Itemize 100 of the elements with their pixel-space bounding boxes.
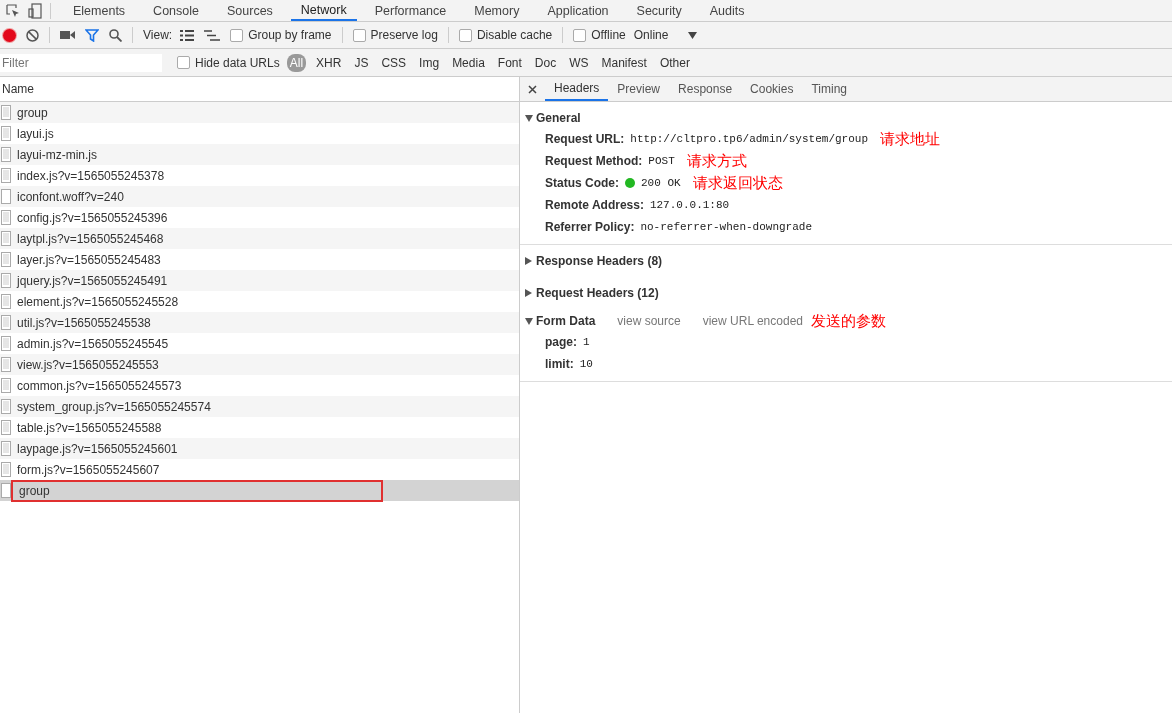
panel-tab[interactable]: Performance <box>364 0 457 21</box>
request-row[interactable]: layui-mz-min.js <box>0 144 519 165</box>
expanded-triangle-icon <box>525 114 533 122</box>
request-row[interactable]: group <box>0 480 519 501</box>
request-name: index.js?v=1565055245378 <box>16 167 165 185</box>
search-icon[interactable] <box>109 28 122 42</box>
close-icon[interactable] <box>528 84 537 94</box>
panel-tab[interactable]: Console <box>143 0 209 21</box>
type-filter[interactable]: Manifest <box>598 53 650 72</box>
header-value: no-referrer-when-downgrade <box>640 221 812 233</box>
type-filter[interactable]: CSS <box>378 53 410 72</box>
view-link[interactable]: view URL encoded <box>702 314 803 328</box>
annotation-note: 请求地址 <box>880 129 940 149</box>
checkbox-option[interactable]: Disable cache <box>458 28 553 42</box>
param-value: 1 <box>583 336 590 348</box>
clear-icon[interactable] <box>26 28 39 42</box>
document-icon <box>1 441 11 456</box>
checkbox-option[interactable]: Group by frame <box>230 28 332 42</box>
request-row[interactable]: util.js?v=1565055245538 <box>0 312 519 333</box>
request-name: config.js?v=1565055245396 <box>16 209 168 227</box>
annotation-note: 发送的参数 <box>811 311 886 331</box>
section-header[interactable]: Form Data <box>520 311 596 331</box>
section-header[interactable]: General <box>520 108 1172 128</box>
request-row[interactable]: iconfont.woff?v=240 <box>0 186 519 207</box>
file-icon <box>1 189 11 204</box>
request-row[interactable]: table.js?v=1565055245588 <box>0 417 519 438</box>
request-name: layer.js?v=1565055245483 <box>16 251 161 269</box>
type-filter[interactable]: XHR <box>313 53 345 72</box>
type-filter[interactable]: Doc <box>531 53 560 72</box>
throttling-dropdown[interactable]: Online <box>633 28 698 42</box>
request-row[interactable]: admin.js?v=1565055245545 <box>0 333 519 354</box>
section-header[interactable]: Response Headers (8) <box>520 251 1172 271</box>
header-value: 200 OK <box>641 177 681 189</box>
inspect-icon[interactable] <box>6 3 20 18</box>
request-row[interactable]: form.js?v=1565055245607 <box>0 459 519 480</box>
panel-tab[interactable]: Elements <box>63 0 136 21</box>
filter-icon[interactable] <box>85 28 99 42</box>
detail-tab[interactable]: Headers <box>545 77 609 101</box>
header-value: http://cltpro.tp6/admin/system/group <box>630 133 868 145</box>
header-name: Remote Address: <box>545 198 644 212</box>
type-filter[interactable]: Font <box>494 53 525 72</box>
panel-tab[interactable]: Audits <box>699 0 755 21</box>
document-icon <box>1 231 11 246</box>
header-value: 127.0.0.1:80 <box>649 199 730 211</box>
panel-tab[interactable]: Sources <box>217 0 283 21</box>
view-link[interactable]: view source <box>617 314 681 328</box>
request-row[interactable]: laypage.js?v=1565055245601 <box>0 438 519 459</box>
request-row[interactable]: jquery.js?v=1565055245491 <box>0 270 519 291</box>
type-filter[interactable]: Other <box>656 53 693 72</box>
request-row[interactable]: laytpl.js?v=1565055245468 <box>0 228 519 249</box>
annotation-note: 请求返回状态 <box>692 173 783 193</box>
request-row[interactable]: config.js?v=1565055245396 <box>0 207 519 228</box>
request-name: system_group.js?v=1565055245574 <box>16 398 211 416</box>
checkbox-option[interactable]: Preserve log <box>352 28 438 42</box>
checkbox-option[interactable]: Hide data URLs <box>177 55 280 70</box>
request-row[interactable]: layui.js <box>0 123 519 144</box>
header-name: Referrer Policy: <box>545 220 635 234</box>
request-name: group <box>16 104 48 122</box>
camera-icon[interactable] <box>60 30 75 40</box>
checkbox-option[interactable]: Offline <box>573 28 626 42</box>
request-name: form.js?v=1565055245607 <box>16 461 160 479</box>
request-row[interactable]: view.js?v=1565055245553 <box>0 354 519 375</box>
panel-tab[interactable]: Application <box>537 0 619 21</box>
panel-tab[interactable]: Memory <box>464 0 530 21</box>
list-view-icon[interactable] <box>180 29 195 41</box>
record-button[interactable] <box>3 28 16 42</box>
request-row[interactable]: index.js?v=1565055245378 <box>0 165 519 186</box>
detail-tab[interactable]: Cookies <box>741 77 803 101</box>
type-filter[interactable]: Media <box>449 53 488 72</box>
request-name: iconfont.woff?v=240 <box>16 188 124 206</box>
request-name: layui-mz-min.js <box>16 146 97 164</box>
request-name: util.js?v=1565055245538 <box>16 314 151 332</box>
param-name: page: <box>545 335 577 349</box>
section-header[interactable]: Request Headers (12) <box>520 283 1172 303</box>
param-value: 10 <box>579 358 593 370</box>
filter-input[interactable]: Filter <box>0 53 162 72</box>
request-name: view.js?v=1565055245553 <box>16 356 159 374</box>
detail-tab[interactable]: Response <box>669 77 742 101</box>
collapsed-triangle-icon <box>525 257 532 265</box>
panel-tab[interactable]: Security <box>626 0 692 21</box>
file-icon <box>1 483 11 498</box>
request-row[interactable]: common.js?v=1565055245573 <box>0 375 519 396</box>
request-row[interactable]: system_group.js?v=1565055245574 <box>0 396 519 417</box>
document-icon <box>1 399 11 414</box>
header-name: Status Code: <box>545 176 619 190</box>
type-filter[interactable]: WS <box>566 53 592 72</box>
type-filter[interactable]: JS <box>351 53 372 72</box>
detail-tab[interactable]: Timing <box>802 77 856 101</box>
view-label: View: <box>143 28 173 42</box>
waterfall-view-icon[interactable] <box>204 29 221 41</box>
request-name: admin.js?v=1565055245545 <box>16 335 169 353</box>
request-row[interactable]: element.js?v=1565055245528 <box>0 291 519 312</box>
collapsed-triangle-icon <box>525 289 532 297</box>
request-row[interactable]: group <box>0 102 519 123</box>
request-name: common.js?v=1565055245573 <box>16 377 182 395</box>
header-name: Request Method: <box>545 154 643 168</box>
detail-tab[interactable]: Preview <box>608 77 670 101</box>
type-filter[interactable]: Img <box>416 53 443 72</box>
device-icon[interactable] <box>28 2 42 19</box>
request-row[interactable]: layer.js?v=1565055245483 <box>0 249 519 270</box>
